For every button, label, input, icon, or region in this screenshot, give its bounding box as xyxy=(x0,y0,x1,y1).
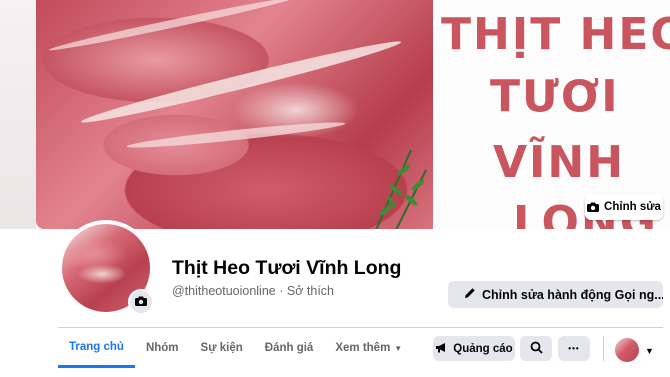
page-tabs: Trang chủ Nhóm Sự kiện Đánh giá Xem thêm… xyxy=(58,328,413,368)
tab-groups[interactable]: Nhóm xyxy=(135,328,190,368)
rosemary-decoration xyxy=(375,149,427,229)
tab-label: Đánh giá xyxy=(264,342,314,354)
cover-meat-image xyxy=(36,0,433,229)
page-background-edge xyxy=(0,0,36,229)
pencil-icon xyxy=(464,287,476,302)
cover-text-line: THỊT HEO xyxy=(441,9,670,60)
camera-icon xyxy=(587,202,600,212)
tab-label: Sự kiện xyxy=(200,342,243,354)
edit-cover-label: Chỉnh sửa xyxy=(604,201,661,213)
tab-more[interactable]: Xem thêm ▼ xyxy=(324,328,413,368)
update-profile-picture-button[interactable] xyxy=(128,289,154,315)
cover-photo[interactable]: THỊT HEO TƯƠI VĨNH LONG xyxy=(36,0,670,229)
more-icon: ••• xyxy=(568,344,580,353)
toolbar-separator xyxy=(603,336,604,361)
edit-cover-button[interactable]: Chỉnh sửa xyxy=(585,194,663,220)
megaphone-icon xyxy=(435,342,448,356)
page-subtitle: @thitheotuoionline · Sở thích xyxy=(172,284,334,298)
tab-label: Trang chủ xyxy=(69,340,124,353)
tab-home[interactable]: Trang chủ xyxy=(58,328,135,368)
tab-label: Nhóm xyxy=(145,342,179,354)
search-button[interactable] xyxy=(520,336,552,361)
page-username: @thitheotuoionline xyxy=(172,284,276,298)
ads-label: Quảng cáo xyxy=(453,342,513,355)
cover-text-line: TƯƠI xyxy=(490,71,620,122)
search-icon xyxy=(530,341,543,357)
camera-icon xyxy=(135,293,147,311)
more-options-button[interactable]: ••• xyxy=(558,336,590,361)
profile-switcher-avatar[interactable] xyxy=(615,338,639,362)
tab-label: Xem thêm xyxy=(335,342,391,354)
tab-events[interactable]: Sự kiện xyxy=(190,328,254,368)
separator-dot: · xyxy=(279,284,284,298)
page-title: Thịt Heo Tươi Vĩnh Long xyxy=(172,257,402,279)
edit-action-button[interactable]: Chỉnh sửa hành động Gọi ng... xyxy=(448,281,663,308)
tab-reviews[interactable]: Đánh giá xyxy=(254,328,325,368)
caret-down-icon: ▼ xyxy=(394,343,403,353)
edit-action-label: Chỉnh sửa hành động Gọi ng... xyxy=(482,287,663,302)
caret-down-icon[interactable]: ▼ xyxy=(645,346,654,356)
page-category[interactable]: Sở thích xyxy=(287,284,334,298)
ads-button[interactable]: Quảng cáo xyxy=(433,336,515,361)
